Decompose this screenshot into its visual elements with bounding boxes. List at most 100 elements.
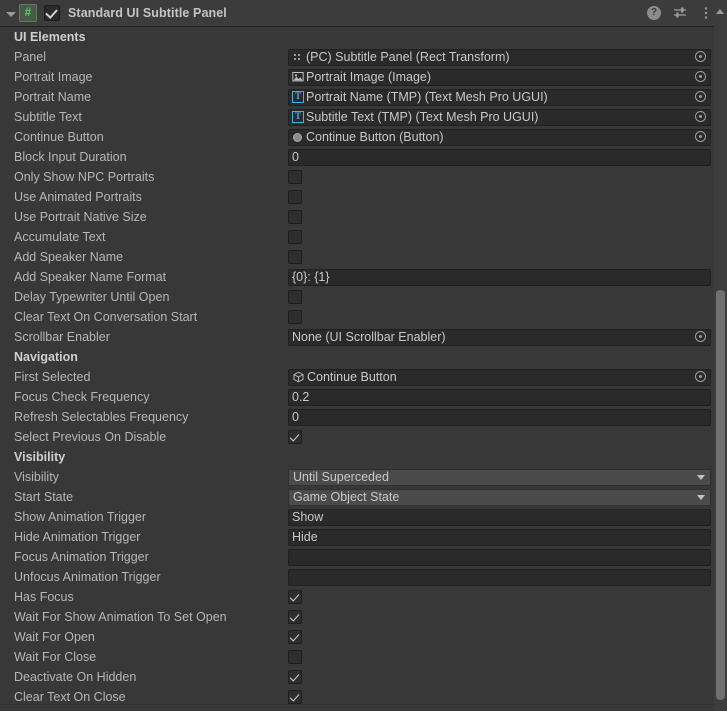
property-label: Refresh Selectables Frequency — [14, 410, 189, 424]
property-label: Subtitle Text — [14, 110, 82, 124]
component-header[interactable]: # Standard UI Subtitle Panel — [0, 0, 727, 27]
number-input-block-input-duration[interactable]: 0 — [288, 148, 711, 166]
property-label: Continue Button — [14, 130, 104, 144]
object-field-subtitle-text[interactable]: T Subtitle Text (TMP) (Text Mesh Pro UGU… — [288, 108, 711, 126]
property-row-first-selected: First Selected Continue Button — [0, 367, 727, 387]
property-row-panel: Panel (PC) Subtitle Panel (Rect Transfor… — [0, 47, 727, 67]
property-row-wait-for-close: Wait For Close — [0, 647, 727, 667]
property-label: Wait For Show Animation To Set Open — [14, 610, 227, 624]
text-input-show-animation-trigger[interactable]: Show — [288, 508, 711, 526]
property-row-unfocus-animation-trigger: Unfocus Animation Trigger — [0, 567, 727, 587]
image-icon — [292, 71, 304, 83]
property-row-refresh-selectables-frequency: Refresh Selectables Frequency 0 — [0, 407, 727, 427]
object-picker-icon[interactable] — [694, 110, 708, 124]
rect-transform-icon — [292, 51, 304, 63]
section-header-navigation: Navigation — [0, 347, 727, 367]
checkbox-deactivate-on-hidden[interactable] — [288, 670, 302, 684]
checkbox-accumulate-text[interactable] — [288, 230, 302, 244]
dropdown-start-state[interactable]: Game Object State — [288, 488, 711, 506]
property-label: Wait For Open — [14, 630, 95, 644]
property-row-has-focus: Has Focus — [0, 587, 727, 607]
object-field-continue-button[interactable]: Continue Button (Button) — [288, 128, 711, 146]
more-menu-icon[interactable] — [699, 6, 713, 20]
number-input-focus-check-frequency[interactable]: 0.2 — [288, 388, 711, 406]
property-row-select-previous-on-disable: Select Previous On Disable — [0, 427, 727, 447]
checkbox-wait-for-open[interactable] — [288, 630, 302, 644]
object-field-value: Subtitle Text (TMP) (Text Mesh Pro UGUI) — [306, 109, 539, 124]
object-picker-icon[interactable] — [694, 130, 708, 144]
checkbox-add-speaker-name[interactable] — [288, 250, 302, 264]
property-field — [288, 547, 727, 567]
section-title: UI Elements — [14, 30, 86, 44]
property-row-visibility: Visibility Until Superceded — [0, 467, 727, 487]
object-picker-icon[interactable] — [694, 330, 708, 344]
property-field — [288, 187, 727, 207]
property-field — [288, 167, 727, 187]
property-label: Hide Animation Trigger — [14, 530, 141, 544]
checkbox-only-show-npc-portraits[interactable] — [288, 170, 302, 184]
component-enabled-checkbox[interactable] — [44, 5, 60, 21]
property-field: 0 — [288, 147, 727, 167]
partial-next-row — [0, 704, 727, 711]
property-label: Add Speaker Name — [14, 250, 124, 264]
preset-icon[interactable] — [673, 6, 687, 20]
object-field-portrait-image[interactable]: Portrait Image (Image) — [288, 68, 711, 86]
checkbox-use-animated-portraits[interactable] — [288, 190, 302, 204]
section-header-ui-elements: UI Elements — [0, 27, 727, 47]
object-field-portrait-name[interactable]: T Portrait Name (TMP) (Text Mesh Pro UGU… — [288, 88, 711, 106]
checkbox-use-portrait-native-size[interactable] — [288, 210, 302, 224]
property-field — [288, 307, 727, 327]
property-field: Game Object State — [288, 487, 727, 507]
property-label: Block Input Duration — [14, 150, 127, 164]
dropdown-visibility[interactable]: Until Superceded — [288, 468, 711, 486]
property-row-scrollbar-enabler: Scrollbar Enabler None (UI Scrollbar Ena… — [0, 327, 727, 347]
checkbox-clear-text-on-close[interactable] — [288, 690, 302, 704]
property-label: Visibility — [14, 470, 59, 484]
property-field — [288, 287, 727, 307]
property-field: Until Superceded — [288, 467, 727, 487]
property-row-use-animated-portraits: Use Animated Portraits — [0, 187, 727, 207]
text-input-unfocus-animation-trigger[interactable] — [288, 568, 711, 586]
scrollbar-up-arrow[interactable] — [714, 0, 727, 27]
number-input-refresh-selectables-frequency[interactable]: 0 — [288, 408, 711, 426]
object-field-scrollbar-enabler[interactable]: None (UI Scrollbar Enabler) — [288, 328, 711, 346]
object-field-value: (PC) Subtitle Panel (Rect Transform) — [306, 49, 510, 64]
text-input-hide-animation-trigger[interactable]: Hide — [288, 528, 711, 546]
object-field-value: None (UI Scrollbar Enabler) — [292, 329, 446, 344]
object-field-panel[interactable]: (PC) Subtitle Panel (Rect Transform) — [288, 48, 711, 66]
property-row-block-input-duration: Block Input Duration 0 — [0, 147, 727, 167]
object-field-first-selected[interactable]: Continue Button — [288, 368, 711, 386]
checkbox-select-previous-on-disable[interactable] — [288, 430, 302, 444]
property-field: Show — [288, 507, 727, 527]
checkbox-clear-text-on-conversation-start[interactable] — [288, 310, 302, 324]
section-title: Navigation — [14, 350, 78, 364]
property-row-subtitle-text: Subtitle Text T Subtitle Text (TMP) (Tex… — [0, 107, 727, 127]
text-input-focus-animation-trigger[interactable] — [288, 548, 711, 566]
text-input-add-speaker-name-format[interactable]: {0}: {1} — [288, 268, 711, 286]
checkbox-wait-for-close[interactable] — [288, 650, 302, 664]
foldout-arrow-icon[interactable] — [4, 7, 17, 20]
checkbox-delay-typewriter-until-open[interactable] — [288, 290, 302, 304]
help-icon[interactable] — [647, 6, 661, 20]
chevron-down-icon — [697, 494, 705, 500]
checkbox-wait-for-show-animation-to-set-open[interactable] — [288, 610, 302, 624]
inspector-body: UI Elements Panel (PC) Subtitle Panel (R… — [0, 27, 727, 711]
component-title: Standard UI Subtitle Panel — [68, 6, 227, 20]
property-row-focus-check-frequency: Focus Check Frequency 0.2 — [0, 387, 727, 407]
object-picker-icon[interactable] — [694, 50, 708, 64]
checkbox-has-focus[interactable] — [288, 590, 302, 604]
chevron-down-icon — [697, 474, 705, 480]
object-picker-icon[interactable] — [694, 70, 708, 84]
vertical-scrollbar[interactable] — [714, 27, 727, 711]
property-field — [288, 567, 727, 587]
property-field — [288, 427, 727, 447]
object-picker-icon[interactable] — [694, 90, 708, 104]
property-label: Add Speaker Name Format — [14, 270, 167, 284]
property-field: Continue Button — [288, 367, 727, 387]
property-label: Show Animation Trigger — [14, 510, 147, 524]
object-picker-icon[interactable] — [694, 370, 708, 384]
header-icon-group — [647, 6, 713, 20]
section-title: Visibility — [14, 450, 66, 464]
script-hash-icon: # — [19, 4, 37, 22]
scrollbar-thumb[interactable] — [716, 290, 725, 700]
